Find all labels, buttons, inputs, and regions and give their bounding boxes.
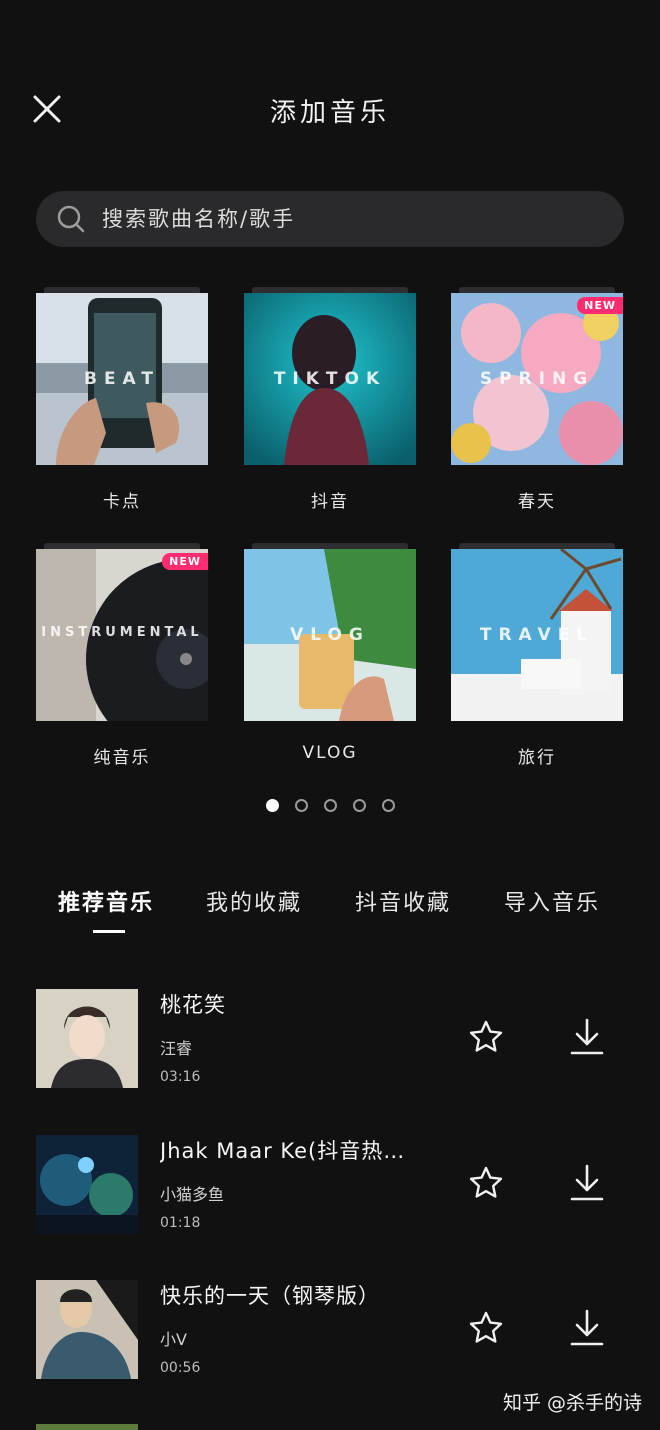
star-icon[interactable] — [468, 1019, 504, 1055]
download-icon[interactable] — [568, 1163, 606, 1203]
search-input[interactable] — [102, 191, 602, 247]
category-cover-text: TRAVEL — [479, 625, 595, 645]
page-title: 添加音乐 — [269, 98, 390, 128]
song-cover — [36, 1280, 138, 1379]
category-label: 卡点 — [103, 492, 141, 512]
page-dot-2[interactable] — [294, 799, 308, 812]
category-label: 春天 — [518, 492, 556, 512]
song-artist: 小V — [160, 1330, 187, 1349]
category-beat[interactable]: BEAT 卡点 — [36, 287, 208, 512]
star-icon[interactable] — [468, 1310, 504, 1346]
category-tiktok[interactable]: TIKTOK 抖音 — [244, 287, 416, 512]
page-dot-3[interactable] — [323, 799, 337, 812]
song-item[interactable]: Jhak Maar Ke(抖音热… 小猫多鱼 01:18 — [0, 1135, 660, 1235]
header: 添加音乐 — [0, 0, 660, 180]
category-label: 抖音 — [311, 492, 349, 512]
next-song-cover-peek — [36, 1424, 138, 1430]
category-spring[interactable]: SPRING NEW 春天 — [451, 287, 623, 512]
category-label: 旅行 — [518, 748, 556, 768]
song-artist: 小猫多鱼 — [160, 1185, 225, 1204]
category-vlog[interactable]: VLOG VLOG — [244, 543, 416, 763]
active-tab-indicator — [93, 930, 125, 933]
watermark: 知乎 @杀手的诗 — [502, 1392, 642, 1414]
search-bar[interactable] — [36, 191, 624, 247]
page-dot-4[interactable] — [352, 799, 366, 812]
song-artist: 汪睿 — [160, 1039, 193, 1058]
song-title: 桃花笑 — [160, 993, 226, 1017]
star-icon[interactable] — [468, 1165, 504, 1201]
page-dot-1[interactable] — [265, 799, 279, 812]
new-badge: NEW — [577, 297, 623, 314]
category-cover-text: SPRING — [479, 369, 595, 389]
tab-import-music[interactable]: 导入音乐 — [504, 885, 600, 917]
download-icon[interactable] — [568, 1308, 606, 1348]
category-label: 纯音乐 — [93, 748, 151, 768]
download-icon[interactable] — [568, 1017, 606, 1057]
song-title: 快乐的一天（钢琴版） — [160, 1284, 380, 1308]
song-title: Jhak Maar Ke(抖音热… — [160, 1139, 406, 1163]
pagination-dots — [0, 799, 660, 812]
song-cover — [36, 989, 138, 1088]
song-duration: 01:18 — [160, 1215, 201, 1231]
tab-recommended[interactable]: 推荐音乐 — [58, 885, 154, 917]
song-duration: 00:56 — [160, 1360, 201, 1376]
category-label: VLOG — [302, 743, 358, 763]
category-instrumental[interactable]: INSTRUMENTAL NEW 纯音乐 — [36, 543, 208, 768]
tab-bar: 推荐音乐 我的收藏 抖音收藏 导入音乐 — [0, 885, 660, 945]
new-badge: NEW — [162, 553, 208, 570]
category-cover-text: TIKTOK — [273, 369, 387, 389]
category-cover-text: BEAT — [83, 369, 160, 389]
song-duration: 03:16 — [160, 1069, 201, 1085]
page-dot-5[interactable] — [381, 799, 395, 812]
category-cover-text: VLOG — [290, 625, 370, 645]
song-item[interactable]: 桃花笑 汪睿 03:16 — [0, 989, 660, 1089]
category-cover-text: INSTRUMENTAL — [41, 625, 203, 640]
category-travel[interactable]: TRAVEL 旅行 — [451, 543, 623, 768]
tab-my-favorites[interactable]: 我的收藏 — [206, 885, 302, 917]
tab-douyin-favorites[interactable]: 抖音收藏 — [355, 885, 451, 917]
song-cover — [36, 1135, 138, 1234]
search-icon — [57, 205, 85, 233]
song-item[interactable]: 快乐的一天（钢琴版） 小V 00:56 — [0, 1280, 660, 1380]
